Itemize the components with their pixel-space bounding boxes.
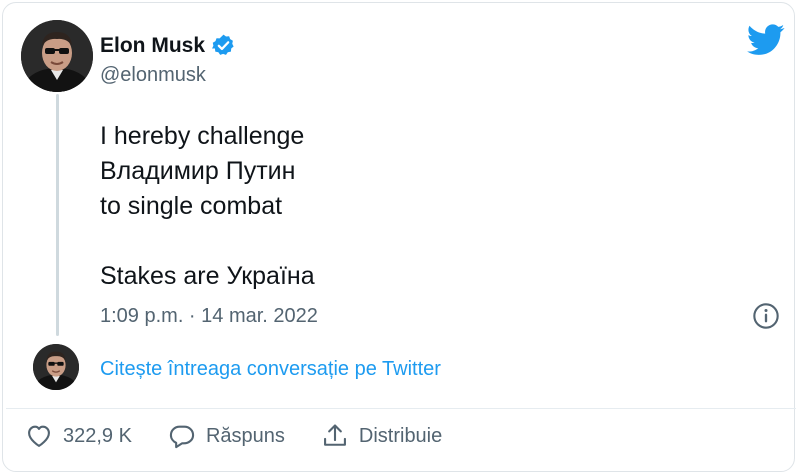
author-name[interactable]: Elon Musk xyxy=(100,34,205,58)
reply-button[interactable]: Răspuns xyxy=(168,422,285,450)
reply-label: Răspuns xyxy=(205,424,285,447)
author-name-row: Elon Musk xyxy=(100,33,236,58)
share-label: Distribuie xyxy=(358,424,443,447)
author-handle[interactable]: @elonmusk xyxy=(100,64,206,87)
like-count: 322,9 K xyxy=(63,424,132,447)
thread-line xyxy=(56,94,59,336)
divider xyxy=(6,408,796,409)
verified-badge-icon xyxy=(212,34,234,55)
tweet-embed-card: Elon Musk @elonmusk I hereby challenge В… xyxy=(2,2,796,472)
reply-avatar[interactable] xyxy=(33,344,79,390)
share-button[interactable]: Distribuie xyxy=(321,422,442,450)
twitter-bird-icon[interactable] xyxy=(747,23,785,57)
info-icon[interactable] xyxy=(752,302,780,330)
like-button[interactable]: 322,9 K xyxy=(25,422,132,450)
action-bar: 322,9 K Răspuns Distribuie xyxy=(25,422,478,450)
tweet-text: I hereby challenge Владимир Путин to sin… xyxy=(100,122,315,290)
read-conversation-link[interactable]: Citește întreaga conversație pe Twitter xyxy=(100,358,441,381)
heart-icon xyxy=(28,425,50,447)
author-avatar[interactable] xyxy=(21,20,93,92)
reply-bubble-icon xyxy=(169,425,195,449)
tweet-timestamp[interactable]: 1:09 p.m. · 14 mar. 2022 xyxy=(100,305,318,328)
share-icon xyxy=(323,424,346,446)
